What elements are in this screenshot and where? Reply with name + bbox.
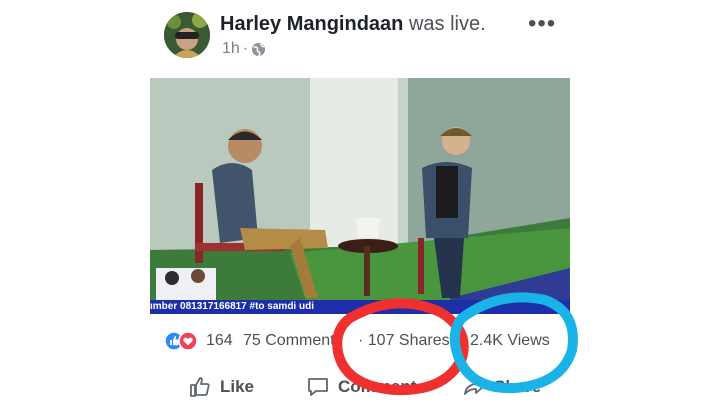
video-frame: [150, 78, 570, 314]
share-arrow-icon: [464, 378, 485, 395]
reaction-icons-graphic: [164, 331, 198, 351]
comment-icon: [308, 378, 328, 396]
timestamp[interactable]: 1h: [222, 40, 240, 58]
avatar[interactable]: [164, 12, 210, 58]
like-button[interactable]: Like: [188, 375, 254, 399]
share-label: Share: [494, 377, 542, 396]
live-status: was live.: [408, 13, 486, 35]
shares-count[interactable]: · 107 Shares: [358, 332, 450, 350]
live-video-thumbnail[interactable]: ımber 081317166817 #to samdi udi: [150, 78, 570, 314]
more-options-icon[interactable]: •••: [528, 10, 556, 38]
post-actions: Like Comment Share: [0, 375, 720, 411]
thumbs-up-icon: [190, 377, 210, 397]
share-button[interactable]: Share: [462, 375, 541, 399]
video-ticker: ımber 081317166817 #to samdi udi: [150, 300, 570, 314]
reaction-count[interactable]: 164: [206, 332, 233, 350]
comments-count[interactable]: 75 Comments: [243, 332, 343, 350]
ticker-text: ımber 081317166817 #to samdi udi: [150, 301, 314, 312]
globe-icon: [252, 42, 266, 57]
comment-button[interactable]: Comment: [306, 375, 416, 399]
views-count: 2.4K Views: [470, 332, 550, 349]
post-header: Harley Mangindaan was live. 1h · •••: [0, 0, 720, 75]
post-author-line: Harley Mangindaan was live.: [220, 13, 486, 36]
post-stats-bar: 164 75 Comments · 107 Shares 2.4K Views: [0, 325, 720, 357]
author-name[interactable]: Harley Mangindaan: [220, 13, 403, 35]
meta-separator: ·: [242, 40, 249, 57]
post-meta: 1h ·: [222, 40, 266, 58]
reaction-icons[interactable]: [164, 331, 204, 351]
like-label: Like: [220, 377, 255, 396]
avatar-image: [164, 12, 210, 58]
comment-label: Comment: [338, 377, 417, 396]
